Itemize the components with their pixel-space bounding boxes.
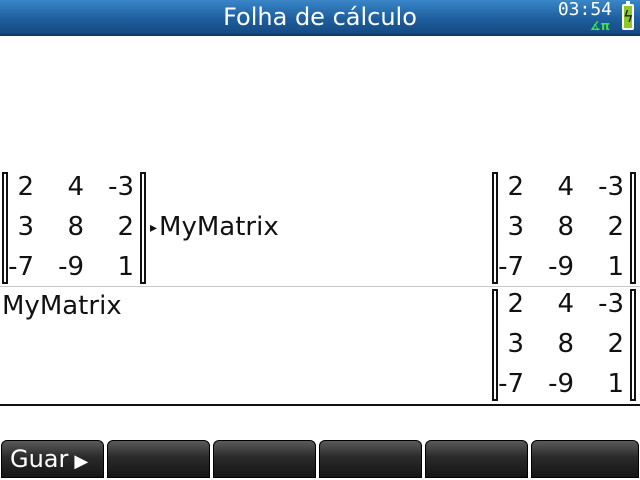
softkey-label: Guar [10, 445, 69, 473]
matrix-cell: 3 [507, 329, 524, 359]
matrix-cell: 8 [557, 329, 574, 359]
matrix-cell: 2 [507, 172, 524, 202]
matrix-cell: 2 [607, 212, 624, 242]
matrix-cell: -7 [498, 252, 524, 282]
angle-mode-indicator: ∡π [589, 19, 610, 33]
battery-charging-icon: ϟ [622, 1, 634, 30]
clock: 03:54 [557, 0, 612, 20]
history-entry[interactable]: 2 4 -3 3 8 2 -7 -9 1 ▸MyMatrix 2 4 -3 3 … [0, 172, 640, 287]
matrix-cell: 3 [17, 212, 34, 242]
matrix-right-bracket [630, 172, 636, 284]
matrix-cell: 3 [507, 212, 524, 242]
matrix-cell: 8 [67, 212, 84, 242]
matrix-cell: -3 [108, 172, 134, 202]
matrix-cell: 2 [117, 212, 134, 242]
title-bar: Folha de cálculo 03:54 ∡π ϟ [0, 0, 640, 36]
play-arrow-icon: ▶ [74, 451, 89, 472]
matrix-cell: -9 [548, 369, 574, 399]
entry-line-divider [0, 404, 640, 406]
softkey-4[interactable] [319, 440, 422, 478]
matrix-cell: -3 [598, 289, 624, 319]
softkey-menu: Guar ▶ [0, 438, 640, 480]
softkey-3[interactable] [213, 440, 316, 478]
history-entry[interactable]: MyMatrix 2 4 -3 3 8 2 -7 -9 1 [0, 287, 640, 404]
matrix-right-bracket [630, 289, 636, 401]
matrix-right-bracket [140, 172, 146, 284]
softkey-2[interactable] [107, 440, 210, 478]
store-target: MyMatrix [159, 212, 279, 242]
matrix-cell: 4 [557, 172, 574, 202]
store-expression: ▸MyMatrix [150, 212, 279, 243]
matrix-cell: 8 [557, 212, 574, 242]
matrix-cell: -7 [8, 252, 34, 282]
history-area[interactable]: 2 4 -3 3 8 2 -7 -9 1 ▸MyMatrix 2 4 -3 3 … [0, 38, 640, 406]
matrix-cell: -3 [598, 172, 624, 202]
matrix-cell: 1 [607, 369, 624, 399]
softkey-5[interactable] [425, 440, 528, 478]
history-input: MyMatrix [2, 291, 122, 321]
matrix-cell: 1 [117, 252, 134, 282]
matrix-cell: 2 [507, 289, 524, 319]
result-matrix: 2 4 -3 3 8 2 -7 -9 1 [492, 289, 636, 403]
matrix-cell: 2 [607, 329, 624, 359]
matrix-cell: 4 [557, 289, 574, 319]
matrix-cell: -9 [58, 252, 84, 282]
app-title: Folha de cálculo [223, 3, 417, 31]
result-matrix: 2 4 -3 3 8 2 -7 -9 1 [492, 172, 636, 286]
matrix-cell: -9 [548, 252, 574, 282]
store-arrow-icon: ▸ [150, 219, 158, 236]
matrix-cell: -7 [498, 369, 524, 399]
softkey-store[interactable]: Guar ▶ [1, 440, 104, 478]
matrix-cell: 1 [607, 252, 624, 282]
matrix-cell: 4 [67, 172, 84, 202]
matrix-cell: 2 [17, 172, 34, 202]
softkey-6[interactable] [531, 440, 639, 478]
input-matrix: 2 4 -3 3 8 2 -7 -9 1 [2, 172, 146, 286]
